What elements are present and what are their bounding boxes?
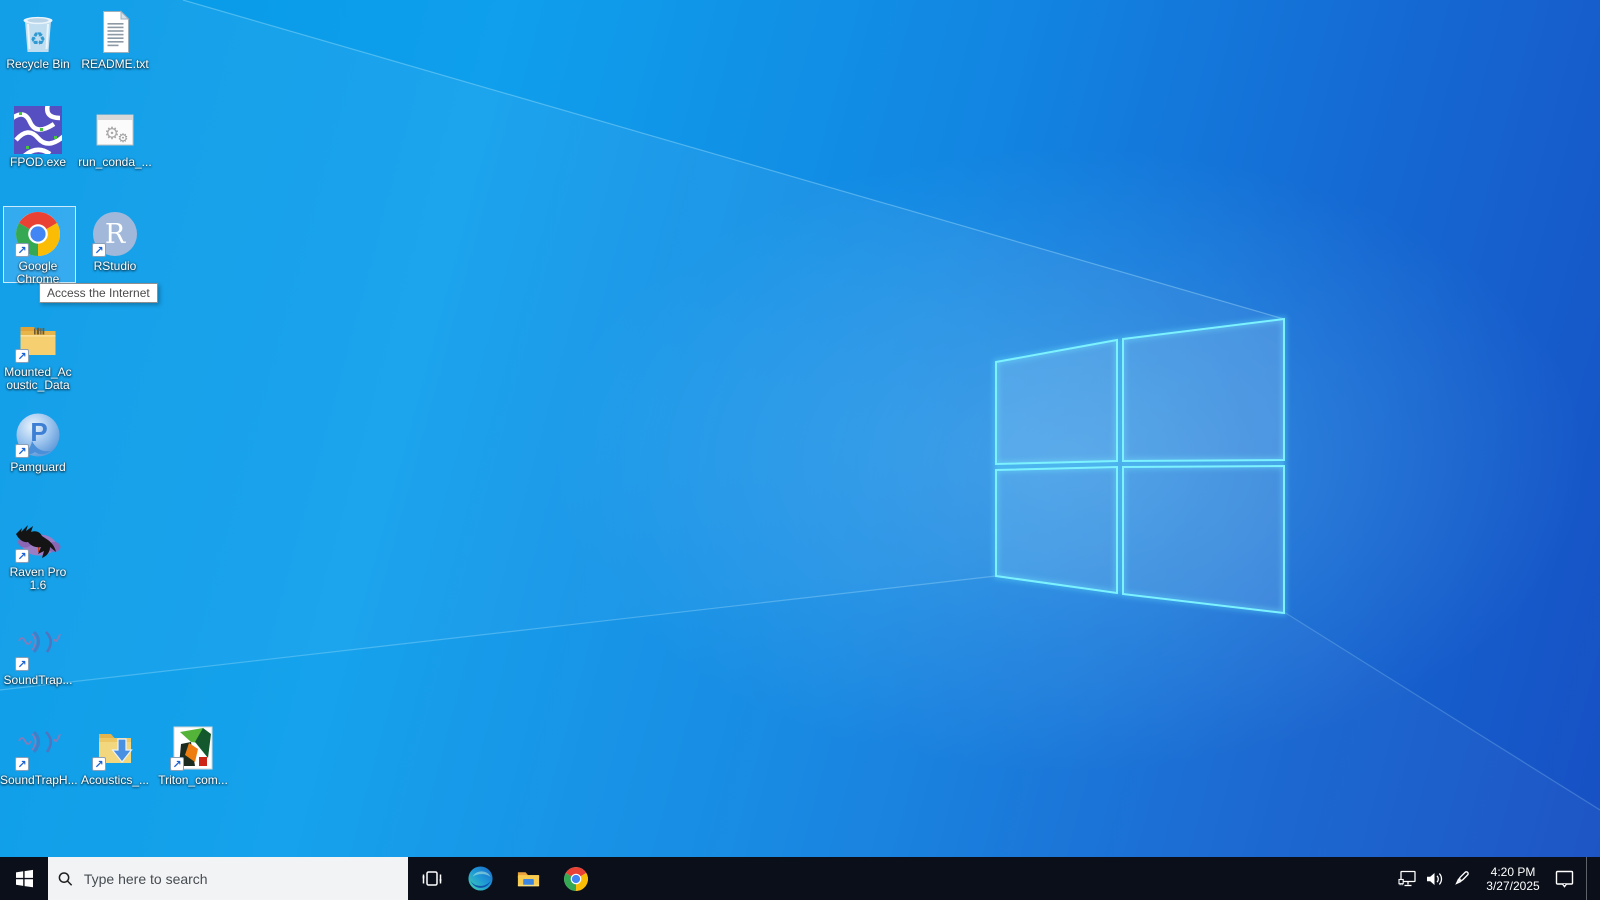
task-view-icon: [422, 870, 442, 886]
icon-label: FPOD.exe: [9, 155, 66, 169]
recycle-bin-icon: ♻: [14, 8, 62, 56]
icon-label: SoundTrapH...: [0, 773, 78, 787]
clock-time: 4:20 PM: [1490, 864, 1536, 879]
desktop-icon-pamguard[interactable]: P ↗ Pamguard: [0, 411, 76, 474]
file-explorer-icon: [517, 872, 539, 887]
desktop-icon-rstudio[interactable]: R ↗ RStudio: [77, 210, 153, 273]
show-desktop-button[interactable]: [1586, 857, 1592, 900]
desktop-icon-readme[interactable]: README.txt: [77, 8, 153, 71]
chrome-taskbar-button[interactable]: [552, 857, 600, 900]
desktop-icon-run-conda[interactable]: ⚙ ⚙ run_conda_...: [77, 106, 153, 169]
shortcut-arrow-icon: ↗: [15, 243, 29, 257]
search-icon: [58, 871, 73, 886]
icon-label: SoundTrap...: [3, 673, 73, 687]
desktop-icon-soundtraph[interactable]: ↗ SoundTrapH...: [0, 724, 78, 787]
text-file-icon: [91, 8, 139, 56]
wallpaper-windows-logo: [0, 0, 1600, 811]
fpod-app-icon: [14, 106, 62, 154]
shortcut-arrow-icon: ↗: [15, 657, 29, 671]
windows-logo-icon: [15, 869, 33, 888]
desktop-icon-recycle-bin[interactable]: ♻ Recycle Bin: [0, 8, 76, 71]
icon-label: run_conda_...: [78, 155, 152, 169]
edge-button[interactable]: [456, 857, 504, 900]
desktop-icon-mounted-acoustic-data[interactable]: ↗ Mounted_Ac oustic_Data: [0, 316, 76, 392]
svg-text:⚙: ⚙: [118, 131, 129, 145]
desktop[interactable]: ♻ Recycle Bin README.txt FPOD.exe ⚙ ⚙ ru…: [0, 0, 1600, 857]
shortcut-arrow-icon: ↗: [15, 444, 29, 458]
shortcut-arrow-icon: ↗: [92, 243, 106, 257]
chrome-icon: [564, 866, 588, 891]
desktop-icon-raven-pro[interactable]: ↗ Raven Pro 1.6: [0, 516, 76, 592]
desktop-icon-acoustics[interactable]: ↗ Acoustics_...: [77, 724, 153, 787]
volume-tray-button[interactable]: [1421, 857, 1448, 900]
shortcut-arrow-icon: ↗: [15, 757, 29, 771]
taskbar-clock[interactable]: 4:20 PM 3/27/2025: [1480, 865, 1546, 893]
folder-icon: ↗: [14, 316, 62, 364]
desktop-icon-soundtrap[interactable]: ↗ SoundTrap...: [0, 624, 76, 687]
icon-label: Triton_com...: [158, 773, 228, 787]
svg-text:P: P: [30, 417, 47, 447]
soundtrap-waves-icon: ↗: [14, 624, 62, 672]
shortcut-arrow-icon: ↗: [15, 549, 29, 563]
file-explorer-button[interactable]: [504, 857, 552, 900]
icon-label: Recycle Bin: [6, 57, 70, 71]
icon-label: Pamguard: [10, 460, 66, 474]
shortcut-arrow-icon: ↗: [15, 349, 29, 363]
network-icon: [1397, 870, 1416, 887]
soundtrap-waves-icon: ↗: [14, 724, 62, 772]
icon-label: Acoustics_...: [80, 773, 150, 787]
volume-icon: [1427, 872, 1443, 885]
folder-download-icon: ↗: [91, 724, 139, 772]
chrome-icon: ↗: [14, 210, 62, 258]
system-tray: 4:20 PM 3/27/2025: [1394, 857, 1600, 900]
search-input[interactable]: [81, 869, 398, 888]
network-tray-button[interactable]: [1394, 857, 1421, 900]
start-button[interactable]: [0, 857, 48, 900]
taskbar-search[interactable]: [48, 857, 408, 900]
raven-icon: ↗: [14, 516, 62, 564]
shortcut-arrow-icon: ↗: [92, 757, 106, 771]
desktop-icon-fpod[interactable]: FPOD.exe: [0, 106, 76, 169]
pen-icon: [1455, 871, 1469, 885]
triton-icon: ↗: [169, 724, 217, 772]
icon-label: Raven Pro 1.6: [9, 565, 67, 592]
desktop-icon-google-chrome[interactable]: ↗ Google Chrome: [0, 210, 76, 286]
script-gears-icon: ⚙ ⚙: [91, 106, 139, 154]
task-view-button[interactable]: [408, 857, 456, 900]
desktop-icon-triton[interactable]: ↗ Triton_com...: [155, 724, 231, 787]
icon-label: README.txt: [81, 57, 149, 71]
taskbar: 4:20 PM 3/27/2025: [0, 857, 1600, 900]
pamguard-icon: P ↗: [14, 411, 62, 459]
windows-ink-tray-button[interactable]: [1448, 857, 1475, 900]
svg-text:R: R: [105, 219, 126, 250]
svg-text:♻: ♻: [30, 29, 46, 49]
shortcut-arrow-icon: ↗: [170, 757, 184, 771]
tooltip: Access the Internet: [39, 283, 158, 303]
edge-icon: [467, 866, 493, 891]
clock-date: 3/27/2025: [1486, 878, 1540, 893]
icon-label-line2: oustic_Data: [6, 378, 70, 392]
icon-label: RStudio: [93, 259, 137, 273]
action-center-icon: [1555, 870, 1574, 888]
rstudio-icon: R ↗: [91, 210, 139, 258]
action-center-button[interactable]: [1551, 857, 1578, 900]
